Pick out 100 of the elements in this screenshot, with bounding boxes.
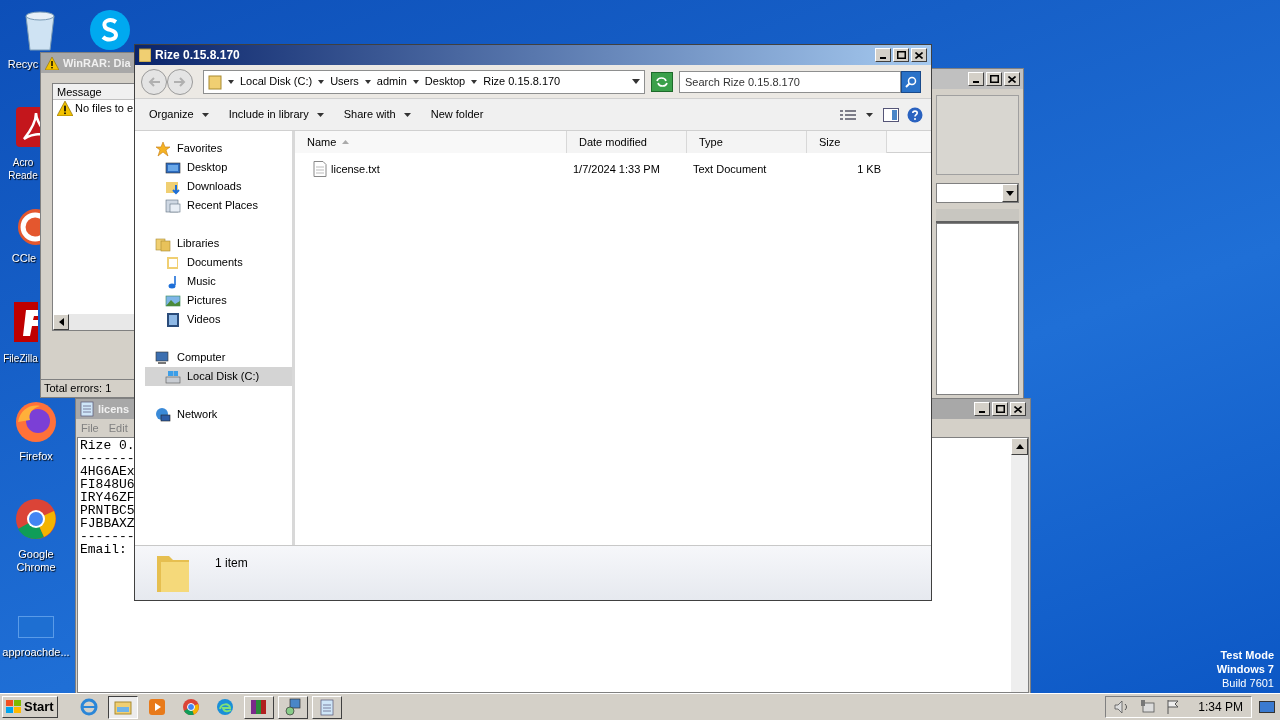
refresh-button[interactable]	[651, 71, 673, 92]
search-icon	[905, 75, 917, 88]
scroll-left-button[interactable]	[53, 314, 69, 330]
network-icon	[1140, 700, 1157, 714]
toolbar-button[interactable]: Include in library	[218, 102, 334, 127]
taskbar-button[interactable]	[107, 695, 138, 719]
computer-icon	[155, 349, 171, 366]
nav-item[interactable]: Libraries	[135, 234, 292, 253]
close-button[interactable]	[1004, 72, 1020, 86]
file-name: license.txt	[331, 161, 380, 177]
breadcrumb[interactable]: Desktop	[424, 73, 466, 90]
desktop-icon-label: Acro Reade	[7, 156, 39, 182]
minimize-button[interactable]	[968, 72, 984, 86]
clock: 1:34 PM	[1198, 699, 1243, 716]
nav-item[interactable]: Network	[135, 405, 292, 424]
desktop-icon-label: CCle	[10, 252, 38, 265]
toolbar-button[interactable]: Organize	[139, 102, 219, 127]
message-text: No files to e	[75, 101, 134, 117]
nav-item[interactable]: Pictures	[145, 291, 292, 310]
start-button[interactable]: Start	[2, 696, 58, 718]
breadcrumb[interactable]: Local Disk (C:)	[240, 73, 313, 90]
column-header[interactable]: Date modified	[567, 131, 687, 153]
ie-icon	[79, 698, 98, 716]
close-icon	[1008, 75, 1016, 83]
text-line: IRY46ZF	[80, 491, 136, 504]
caret-icon	[316, 112, 324, 117]
text-file-icon	[313, 161, 327, 177]
media-player-icon	[147, 698, 166, 716]
nav-item[interactable]: Desktop	[145, 158, 292, 177]
nav-item[interactable]: Computer	[135, 348, 292, 367]
column-header[interactable]: Message	[53, 84, 123, 99]
breadcrumb[interactable]: Users	[330, 73, 359, 90]
maximize-button[interactable]	[986, 72, 1002, 86]
caret-icon	[632, 79, 640, 84]
maximize-icon	[989, 75, 999, 83]
notepad-icon	[80, 401, 94, 417]
nav-item[interactable]: Music	[145, 272, 292, 291]
firefox-icon	[14, 400, 58, 444]
skype-icon	[88, 8, 132, 52]
caret-icon	[1006, 190, 1014, 196]
maximize-button[interactable]	[992, 402, 1008, 416]
nav-item[interactable]: Documents	[145, 253, 292, 272]
acrobat-icon	[14, 105, 40, 149]
maximize-button[interactable]	[893, 48, 909, 62]
file-icon	[18, 616, 54, 638]
text-line: -------	[80, 452, 136, 465]
text-line: Email:	[80, 543, 128, 556]
test-mode-text: Build 7601	[1222, 676, 1274, 690]
text-line: 4HG6AEx	[80, 465, 136, 478]
minimize-icon	[880, 56, 886, 59]
address-bar[interactable]: Local Disk (C:) Users admin Desktop Rize 0.15.8.170	[203, 69, 645, 94]
window-title: WinRAR: Dia	[63, 55, 131, 71]
breadcrumb[interactable]: Rize 0.15.8.170	[483, 73, 561, 90]
filezilla-icon	[12, 300, 38, 344]
column-header[interactable]: Type	[687, 131, 807, 153]
nav-item[interactable]: Recent Places	[145, 196, 292, 215]
notepad-icon	[317, 698, 336, 716]
nav-item[interactable]: Favorites	[135, 139, 292, 158]
toolbar-button[interactable]: Share with	[333, 102, 421, 127]
list-view-icon	[840, 108, 856, 121]
maximize-icon	[995, 405, 1005, 413]
sort-arrow-icon	[342, 140, 350, 144]
toolbar-button[interactable]: New folder	[420, 102, 494, 127]
window-title: licens	[98, 401, 130, 417]
desktop-icon-label: Firefox	[18, 450, 54, 463]
close-button[interactable]	[1010, 402, 1026, 416]
text-line: FJBBAXZ	[80, 517, 136, 530]
close-button[interactable]	[911, 48, 927, 62]
text-line: FI848U6	[80, 478, 136, 491]
warning-icon	[57, 101, 73, 116]
scroll-up-button[interactable]	[1011, 438, 1028, 455]
drive-icon	[165, 368, 181, 385]
breadcrumb[interactable]: admin	[376, 73, 407, 90]
test-mode-text: Windows 7	[1216, 662, 1274, 676]
warning-icon	[45, 56, 59, 70]
type-cell-text: Text Document	[692, 161, 768, 177]
caret-icon	[866, 112, 873, 117]
search-field[interactable]: Search Rize 0.15.8.170	[679, 70, 901, 93]
close-icon	[915, 51, 923, 59]
books-icon	[249, 698, 268, 716]
nav-item[interactable]: Videos	[145, 310, 292, 329]
dropdown-button[interactable]	[1002, 184, 1018, 202]
combo-field[interactable]	[936, 183, 1019, 203]
monitor-icon	[1259, 701, 1275, 713]
column-header[interactable]: Size	[807, 131, 887, 153]
window-title: Rize 0.15.8.170	[155, 47, 240, 64]
arrow-up-icon	[1015, 444, 1024, 449]
nav-item[interactable]: Downloads	[145, 177, 292, 196]
minimize-button[interactable]	[974, 402, 990, 416]
column-header[interactable]: Name	[295, 131, 567, 153]
nav-item[interactable]: Local Disk (C:)	[145, 367, 292, 386]
close-icon	[1014, 405, 1022, 413]
desktop-icon-label: Google Chrome	[15, 548, 57, 574]
file-row[interactable]: license.txt 1/7/2024 1:33 PM Text Document 1 KB	[295, 158, 931, 180]
chrome-icon	[14, 497, 58, 541]
search-button[interactable]	[901, 70, 921, 93]
help-icon	[907, 106, 923, 123]
desktop-icon-label: FileZilla	[2, 352, 39, 365]
minimize-button[interactable]	[875, 48, 891, 62]
text-line: PRNTBC5	[80, 504, 136, 517]
